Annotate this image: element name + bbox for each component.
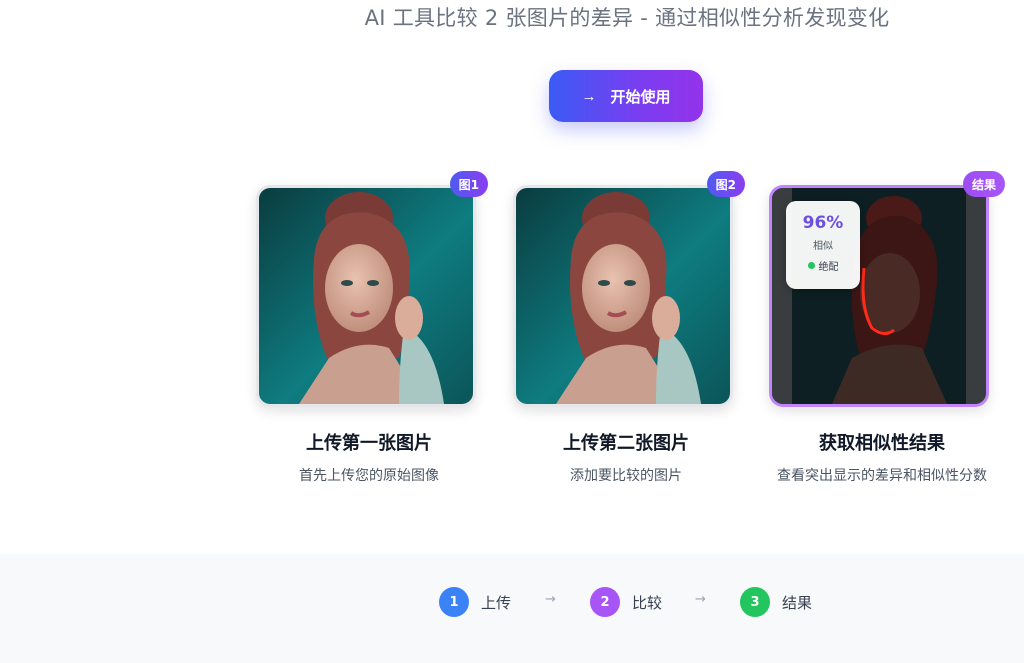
step-card-image2: 图2 上传第二张图片 添加要比较的图片 <box>513 171 745 488</box>
arrow-right-icon: → <box>581 87 597 105</box>
image2-badge: 图2 <box>706 171 745 197</box>
match-status: 绝配 <box>786 258 860 273</box>
step-card-image1: 图1 上传第一张图片 首先上传您的原始图像 <box>256 171 488 488</box>
difference-map-photo: 96% 相似 绝配 <box>772 188 986 404</box>
result-badge: 结果 <box>962 171 1005 197</box>
card-title: 获取相似性结果 <box>819 433 945 454</box>
arrow-right-icon: → <box>545 592 556 607</box>
step-number: 2 <box>590 587 620 617</box>
portrait-photo-1 <box>259 188 473 404</box>
step-card-result: 96% 相似 绝配 结果 获取相似性结果 查看突出显示的差异和相似性分数 <box>769 171 1005 488</box>
step-label: 上传 <box>481 593 512 612</box>
image1-frame[interactable]: 图1 <box>256 171 488 407</box>
card-description: 添加要比较的图片 <box>570 468 682 484</box>
step-number: 3 <box>740 587 770 617</box>
result-frame[interactable]: 96% 相似 绝配 结果 <box>769 171 1005 407</box>
similarity-percent: 96% <box>802 213 844 233</box>
arrow-right-icon: → <box>695 592 706 607</box>
steps-footer <box>0 554 1024 663</box>
step-label: 比较 <box>632 593 663 612</box>
step-upload: 1 上传 <box>439 587 511 617</box>
similarity-score-card: 96% 相似 绝配 <box>786 201 860 289</box>
card-description: 查看突出显示的差异和相似性分数 <box>777 468 987 484</box>
portrait-photo-2 <box>516 188 730 404</box>
match-status-text: 绝配 <box>818 262 839 273</box>
step-compare: 2 比较 <box>590 587 662 617</box>
get-started-button[interactable]: → 开始使用 <box>549 70 703 122</box>
similarity-label: 相似 <box>813 241 833 252</box>
step-result: 3 结果 <box>740 587 812 617</box>
card-title: 上传第二张图片 <box>563 433 689 454</box>
get-started-label: 开始使用 <box>610 88 671 106</box>
status-dot-icon <box>807 262 815 269</box>
card-description: 首先上传您的原始图像 <box>299 468 439 484</box>
hero-subtitle: AI 工具比较 2 张图片的差异 - 通过相似性分析发现变化 <box>364 6 890 30</box>
card-title: 上传第一张图片 <box>306 433 432 454</box>
image2-frame[interactable]: 图2 <box>513 171 745 407</box>
image1-badge: 图1 <box>449 171 488 197</box>
step-label: 结果 <box>782 593 813 612</box>
step-number: 1 <box>439 587 469 617</box>
